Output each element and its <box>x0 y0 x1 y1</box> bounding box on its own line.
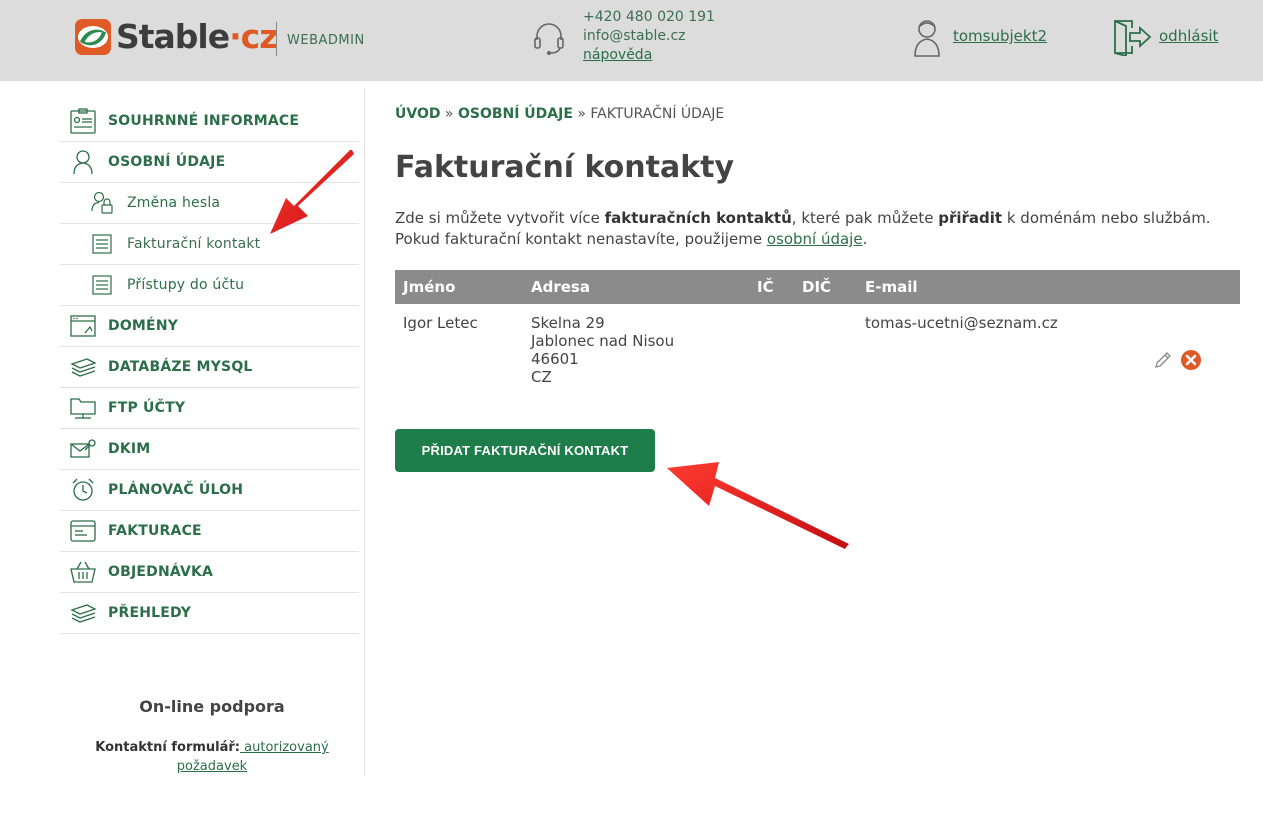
sidebar-item-fakturace[interactable]: FAKTURACE <box>60 511 359 552</box>
top-header: Stable·cz WEBADMIN +420 480 020 191 info… <box>0 0 1263 81</box>
personal-data-link[interactable]: osobní údaje <box>767 230 863 248</box>
intro-part: Zde si můžete vytvořit více <box>395 209 605 227</box>
header-dic: DIČ <box>802 278 832 296</box>
sidebar-item-prehledy[interactable]: PŘEHLEDY <box>60 593 359 634</box>
sidebar-item-objednavka[interactable]: OBJEDNÁVKA <box>60 552 359 593</box>
password-icon <box>91 191 113 214</box>
cell-address: Skelna 29 Jablonec nad Nisou 46601 CZ <box>531 314 674 386</box>
sidebar-item-ftp-ucty[interactable]: FTP ÚČTY <box>60 388 359 429</box>
sidebar-item-label: Změna hesla <box>127 195 221 211</box>
support-text: Kontaktní formulář: autorizovaný požadav… <box>90 738 334 776</box>
document-icon <box>92 275 112 295</box>
intro-part: . <box>862 230 868 248</box>
alarm-clock-icon <box>72 478 94 501</box>
annotation-arrow-icon <box>667 462 849 549</box>
invoice-icon <box>70 520 96 542</box>
page-title: Fakturační kontakty <box>395 150 735 185</box>
header-name: Jméno <box>403 278 456 296</box>
logout-icon <box>1114 20 1152 56</box>
header-address: Adresa <box>531 278 590 296</box>
person-icon <box>73 150 93 175</box>
breadcrumb-home[interactable]: ÚVOD <box>395 106 440 122</box>
mail-key-icon <box>70 439 96 458</box>
stable-logo[interactable]: Stable·cz <box>74 17 278 56</box>
sidebar-item-souhrnne-informace[interactable]: SOUHRNNÉ INFORMACE <box>60 101 359 142</box>
sidebar-item-label: Fakturační kontakt <box>127 236 261 252</box>
sidebar-item-label: DATABÁZE MYSQL <box>108 359 253 375</box>
header-email: E-mail <box>865 278 918 296</box>
breadcrumb-personal[interactable]: OSOBNÍ ÚDAJE <box>458 106 573 122</box>
address-zip: 46601 <box>531 350 579 368</box>
basket-icon <box>70 561 96 583</box>
sidebar-item-label: FAKTURACE <box>108 523 202 539</box>
document-icon <box>92 234 112 254</box>
annotation-arrow-icon <box>270 150 354 234</box>
breadcrumb-separator: » <box>572 106 591 122</box>
sidebar-item-label: DOMÉNY <box>108 318 179 334</box>
address-city: Jablonec nad Nisou <box>531 332 675 350</box>
sidebar-item-label: FTP ÚČTY <box>108 400 186 416</box>
sidebar-item-dkim[interactable]: DKIM <box>60 429 359 470</box>
delete-icon[interactable] <box>1180 349 1202 371</box>
sidebar-item-label: Přístupy do účtu <box>127 277 245 293</box>
webadmin-label: WEBADMIN <box>287 33 365 48</box>
sidebar-item-planovac-uloh[interactable]: PLÁNOVAČ ÚLOH <box>60 470 359 511</box>
phone-number: +420 480 020 191 <box>583 9 715 25</box>
browser-icon <box>70 315 96 337</box>
database-icon <box>70 358 97 377</box>
sidebar-item-label: OBJEDNÁVKA <box>108 564 214 580</box>
intro-bold: fakturačních kontaktů <box>604 209 792 227</box>
sidebar-item-label: PLÁNOVAČ ÚLOH <box>108 482 244 498</box>
table-row: Igor Letec Skelna 29 Jablonec nad Nisou … <box>395 304 1240 404</box>
sidebar-item-pristupy-do-uctu[interactable]: Přístupy do účtu <box>60 265 359 306</box>
breadcrumb: ÚVOD » OSOBNÍ ÚDAJE » FAKTURAČNÍ ÚDAJE <box>395 106 724 122</box>
contact-email[interactable]: info@stable.cz <box>583 27 715 46</box>
cell-name: Igor Letec <box>403 314 478 332</box>
header-ic: IČ <box>757 278 774 296</box>
stack-icon <box>70 604 97 623</box>
ftp-folder-icon <box>70 398 96 419</box>
sidebar-item-databaze-mysql[interactable]: DATABÁZE MYSQL <box>60 347 359 388</box>
cell-email: tomas-ucetni@seznam.cz <box>865 314 1058 332</box>
sidebar-item-label: DKIM <box>108 441 151 457</box>
sidebar-item-label: PŘEHLEDY <box>108 605 192 621</box>
summary-icon <box>70 108 96 134</box>
address-country: CZ <box>531 368 552 386</box>
logo-domain: ·cz <box>229 17 278 56</box>
sidebar-item-label: OSOBNÍ ÚDAJE <box>108 154 226 170</box>
contact-info: +420 480 020 191 info@stable.cz nápověda <box>583 8 715 65</box>
table-header: Jméno Adresa IČ DIČ E-mail <box>395 270 1240 304</box>
logo-separator <box>276 22 277 56</box>
intro-bold: přiřadit <box>938 209 1003 227</box>
sidebar-item-domeny[interactable]: DOMÉNY <box>60 306 359 347</box>
stable-logo-icon <box>75 18 111 55</box>
support-title: On-line podpora <box>139 697 285 716</box>
billing-contacts-table: Jméno Adresa IČ DIČ E-mail Igor Letec Sk… <box>395 270 1240 404</box>
support-label: Kontaktní formulář: <box>95 740 241 755</box>
intro-text: Zde si můžete vytvořit více fakturačních… <box>395 208 1215 250</box>
breadcrumb-separator: » <box>440 106 458 122</box>
sidebar-item-label: SOUHRNNÉ INFORMACE <box>108 113 300 129</box>
headset-icon <box>534 23 564 55</box>
add-billing-contact-button[interactable]: PŘIDAT FAKTURAČNÍ KONTAKT <box>395 429 655 472</box>
sidebar-divider <box>364 88 365 775</box>
intro-part: , které pak můžete <box>791 209 939 227</box>
user-account-link[interactable]: tomsubjekt2 <box>953 27 1047 45</box>
breadcrumb-current: FAKTURAČNÍ ÚDAJE <box>590 106 725 122</box>
user-icon <box>914 20 940 57</box>
pencil-edit-icon[interactable] <box>1153 350 1173 370</box>
address-street: Skelna 29 <box>531 314 605 332</box>
help-link[interactable]: nápověda <box>583 47 652 63</box>
logo-text: Stable <box>116 17 230 56</box>
logout-link[interactable]: odhlásit <box>1159 27 1218 45</box>
